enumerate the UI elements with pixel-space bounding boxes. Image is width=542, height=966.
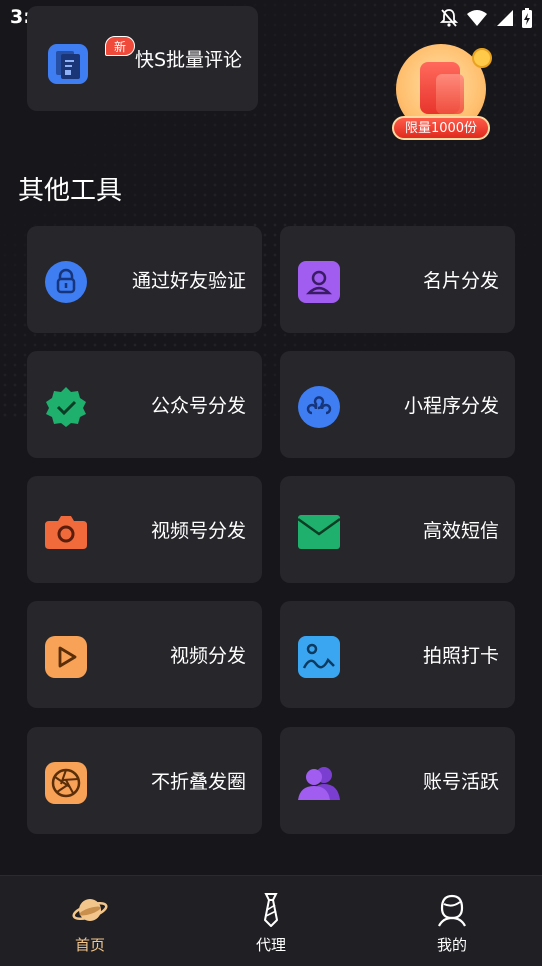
- tool-label: 不折叠发圈: [150, 771, 246, 793]
- tool-card-business-card[interactable]: 名片分发: [280, 226, 515, 333]
- batch-comment-card[interactable]: 新 快S批量评论: [27, 6, 258, 111]
- nav-home[interactable]: 首页: [0, 876, 180, 966]
- bottom-nav: 首页 代理 我的: [0, 875, 542, 966]
- section-title: 其他工具: [18, 176, 123, 206]
- tool-card-video-distribution[interactable]: 视频分发: [27, 601, 262, 708]
- nav-mine[interactable]: 我的: [362, 876, 542, 966]
- tool-label: 名片分发: [422, 270, 499, 292]
- coin-graphic: [472, 48, 492, 68]
- lock-icon: [45, 261, 87, 303]
- photo-icon: [298, 636, 340, 678]
- new-badge: 新: [105, 36, 135, 56]
- wifi-icon: [467, 10, 487, 26]
- battery-charging-icon: [522, 8, 532, 28]
- verified-badge-icon: [46, 387, 86, 427]
- camera-icon: [45, 516, 87, 549]
- tool-label: 高效短信: [422, 520, 499, 542]
- signal-icon: [497, 10, 513, 26]
- tool-card-video-account[interactable]: 视频号分发: [27, 476, 262, 583]
- tool-card-account-activity[interactable]: 账号活跃: [280, 727, 515, 834]
- tool-label: 视频号分发: [150, 520, 246, 542]
- planet-icon: [72, 899, 108, 921]
- tool-label: 公众号分发: [150, 395, 246, 417]
- batch-comment-label: 快S批量评论: [134, 49, 242, 71]
- tool-card-unfolded-moments[interactable]: 不折叠发圈: [27, 727, 262, 834]
- tool-label: 通过好友验证: [131, 270, 246, 292]
- tool-card-friend-verification[interactable]: 通过好友验证: [27, 226, 262, 333]
- play-icon: [45, 636, 87, 678]
- tie-icon: [264, 893, 278, 927]
- nav-home-label: 首页: [74, 936, 105, 954]
- tool-card-official-account[interactable]: 公众号分发: [27, 351, 262, 458]
- user-icon: [438, 894, 466, 927]
- status-icons: [440, 8, 532, 28]
- tool-card-photo-checkin[interactable]: 拍照打卡: [280, 601, 515, 708]
- tool-label: 账号活跃: [422, 771, 499, 793]
- document-icon: [48, 44, 88, 84]
- tool-card-sms[interactable]: 高效短信: [280, 476, 515, 583]
- tool-card-mini-program[interactable]: 小程序分发: [280, 351, 515, 458]
- aperture-icon: [45, 762, 87, 804]
- nav-agent-label: 代理: [255, 936, 286, 954]
- nav-mine-label: 我的: [436, 936, 467, 954]
- limited-offer-promo[interactable]: 限量1000份: [390, 44, 494, 144]
- gift-bag-graphic: [436, 74, 464, 114]
- contact-card-icon: [298, 261, 340, 303]
- mail-icon: [298, 515, 340, 549]
- mini-program-icon: [298, 386, 340, 428]
- users-icon: [298, 767, 340, 800]
- notifications-off-icon: [440, 9, 458, 27]
- nav-agent[interactable]: 代理: [181, 876, 361, 966]
- tool-label: 视频分发: [169, 645, 246, 667]
- tool-label: 小程序分发: [403, 395, 499, 417]
- limited-offer-badge: 限量1000份: [392, 116, 490, 140]
- tool-label: 拍照打卡: [422, 645, 499, 667]
